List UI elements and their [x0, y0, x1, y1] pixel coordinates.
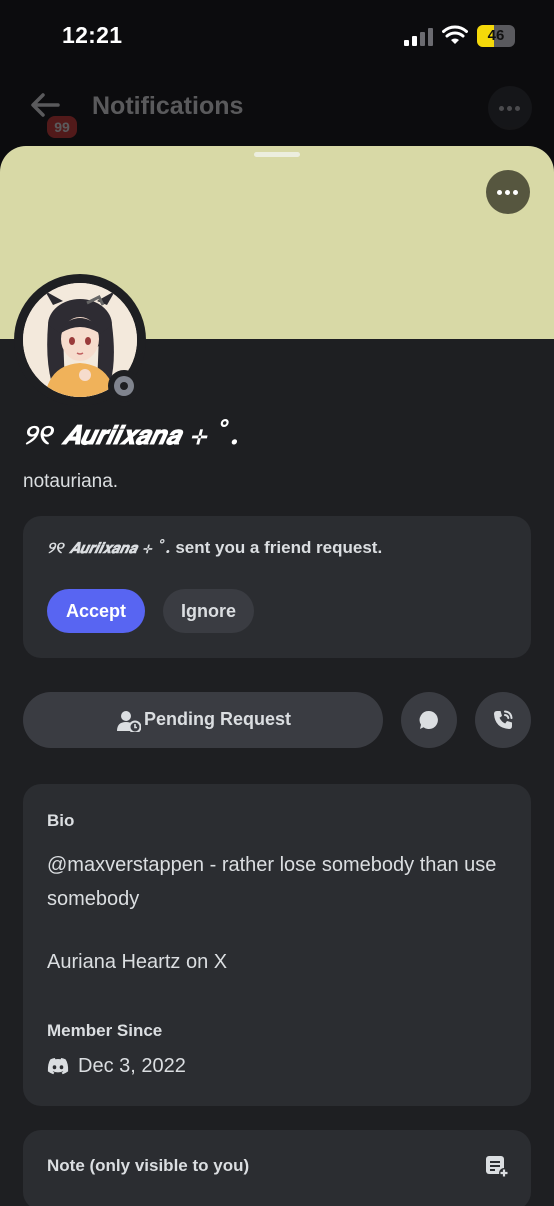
pending-request-button[interactable]: Pending Request	[23, 692, 383, 748]
background-header: 99 Notifications	[0, 80, 554, 141]
clock: 12:21	[62, 22, 123, 48]
note-label: Note (only visible to you)	[47, 1156, 250, 1175]
bio-card: Bio @maxverstappen - rather lose somebod…	[23, 784, 531, 1106]
member-since-date: Dec 3, 2022	[78, 1055, 186, 1077]
page-title: Notifications	[92, 92, 244, 120]
display-name: ୨୧ 𝘼𝙪𝙧𝙞𝙞𝙭𝙖𝙣𝙖 ⊹ ˚.	[23, 418, 240, 451]
message-button[interactable]	[401, 692, 457, 748]
pending-user-icon	[117, 711, 141, 732]
sheet-grabber[interactable]	[254, 152, 300, 157]
more-options-button[interactable]	[486, 170, 530, 214]
status-bar: 12:21 46	[0, 0, 554, 70]
discord-logo-icon	[47, 1058, 69, 1075]
username: notauriana.	[23, 471, 119, 492]
friend-request-card: ୨୧ 𝘼𝙪𝙧𝙞𝙞𝙭𝙖𝙣𝙖 ⊹ ˚. sent you a friend requ…	[23, 516, 531, 658]
bio-heading: Bio	[47, 811, 75, 830]
phone-call-icon	[494, 710, 513, 729]
note-card[interactable]: Note (only visible to you)	[23, 1130, 531, 1206]
offline-status-icon	[108, 370, 140, 402]
accept-button[interactable]: Accept	[47, 589, 145, 633]
battery-indicator: 46	[477, 25, 515, 47]
battery-percent: 46	[487, 27, 505, 44]
friend-request-text: ୨୧ 𝘼𝙪𝙧𝙞𝙞𝙭𝙖𝙣𝙖 ⊹ ˚. sent you a friend requ…	[47, 538, 382, 558]
chat-bubble-icon	[419, 710, 438, 729]
friend-request-sender: ୨୧ 𝘼𝙪𝙧𝙞𝙞𝙭𝙖𝙣𝙖 ⊹ ˚.	[47, 538, 171, 557]
member-since-heading: Member Since	[47, 1021, 163, 1040]
pending-request-label: Pending Request	[144, 709, 292, 729]
wifi-icon	[442, 25, 468, 44]
bio-text-line: Auriana Heartz on X	[47, 951, 228, 973]
header-more-button[interactable]	[488, 86, 532, 130]
notification-badge: 99	[44, 113, 80, 141]
friend-request-message: sent you a friend request.	[175, 538, 383, 557]
call-button[interactable]	[475, 692, 531, 748]
bio-text: @maxverstappen - rather lose somebody th…	[47, 854, 497, 910]
profile-sheet: ୨୧ 𝘼𝙪𝙧𝙞𝙞𝙭𝙖𝙣𝙖 ⊹ ˚. notauriana. ୨୧ 𝘼𝙪𝙧𝙞𝙞𝙭𝙖…	[0, 146, 554, 1206]
ignore-button[interactable]: Ignore	[163, 589, 254, 633]
add-note-icon[interactable]	[485, 1154, 509, 1178]
cellular-signal-icon	[404, 28, 433, 46]
